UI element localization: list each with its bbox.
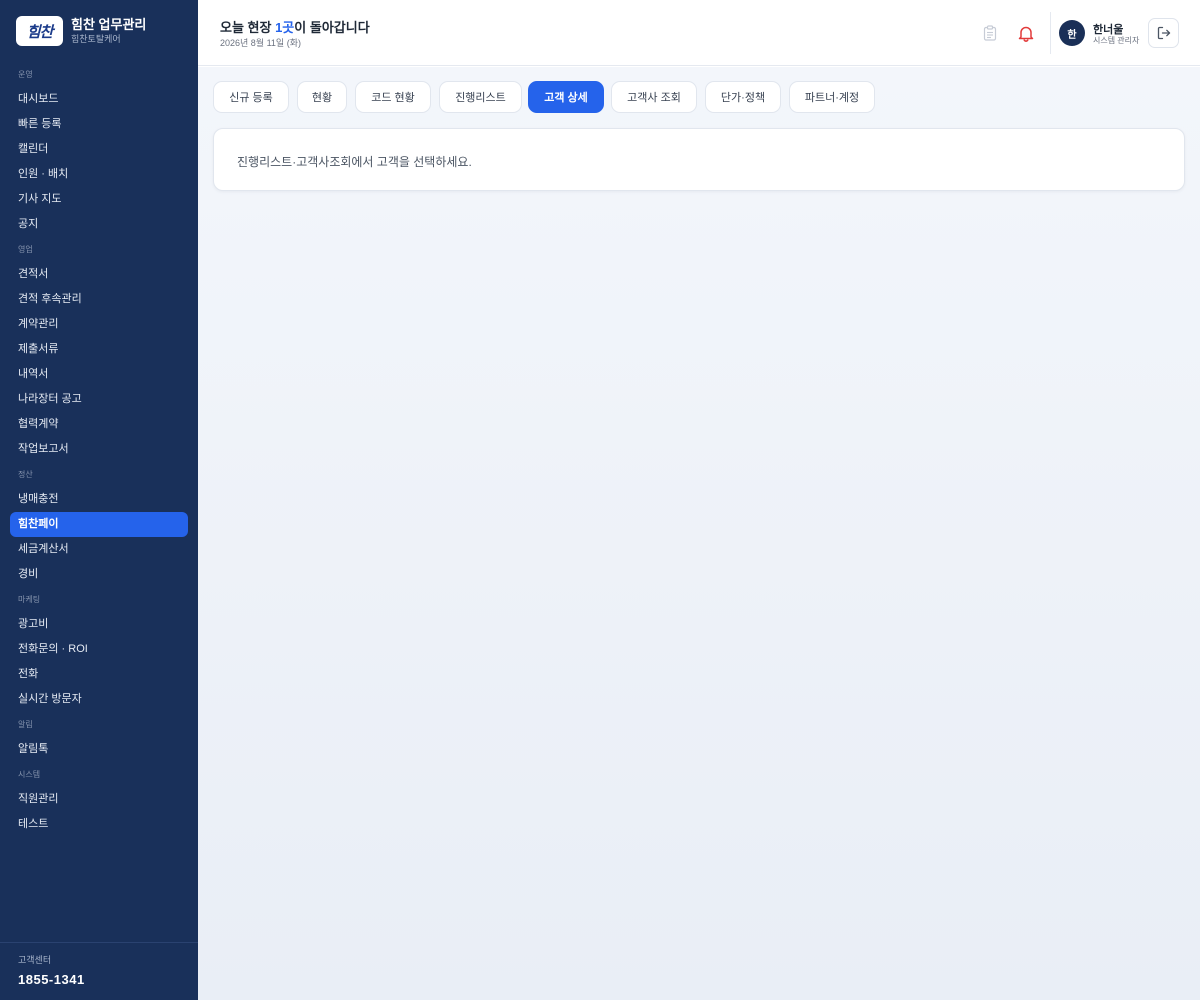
sidebar-item-notices[interactable]: 공지 bbox=[10, 212, 188, 237]
brand-logo: 힘찬 bbox=[16, 16, 63, 46]
greeting-suffix: 이 돌아갑니다 bbox=[294, 20, 370, 35]
logout-button[interactable] bbox=[1148, 18, 1179, 48]
nav-section-label: 시스템 bbox=[18, 770, 41, 779]
today-date: 2026년 8월 11일 (화) bbox=[220, 38, 301, 48]
nav-section-label: 정산 bbox=[18, 470, 33, 479]
sidebar-item-expenses[interactable]: 경비 bbox=[10, 562, 188, 587]
top-header: 오늘 현장 1곳이 돌아갑니다 2026년 8월 11일 (화) 한 한너울 시… bbox=[198, 0, 1200, 66]
bell-icon[interactable] bbox=[1016, 23, 1036, 43]
sidebar-item-call-roi[interactable]: 전화문의 · ROI bbox=[10, 637, 188, 662]
tab-partner-accounts[interactable]: 파트너·계정 bbox=[789, 81, 875, 113]
tab-progress-list[interactable]: 진행리스트 bbox=[439, 81, 522, 113]
user-role: 시스템 관리자 bbox=[1093, 36, 1140, 45]
page-title: 오늘 현장 1곳이 돌아갑니다 bbox=[220, 17, 370, 36]
tab-customer-detail[interactable]: 고객 상세 bbox=[528, 81, 604, 113]
sidebar-item-procurement-bids[interactable]: 나라장터 공고 bbox=[10, 387, 188, 412]
tab-status[interactable]: 현황 bbox=[297, 81, 347, 113]
greeting-prefix: 오늘 현장 bbox=[220, 20, 276, 35]
sidebar-item-live-visitors[interactable]: 실시간 방문자 bbox=[10, 687, 188, 712]
sidebar-item-alimtalk[interactable]: 알림톡 bbox=[10, 737, 188, 762]
tab-code-status[interactable]: 코드 현황 bbox=[355, 81, 431, 113]
sidebar-item-himchan-pay[interactable]: 힘찬페이 bbox=[10, 512, 188, 537]
customer-center-label: 고객센터 bbox=[18, 955, 52, 965]
sidebar-nav: 운영 대시보드 빠른 등록 캘린더 인원 · 배치 기사 지도 공지 영업 견적… bbox=[0, 62, 198, 837]
sidebar-item-work-reports[interactable]: 작업보고서 bbox=[10, 437, 188, 462]
sidebar-item-calls[interactable]: 전화 bbox=[10, 662, 188, 687]
customer-center: 고객센터 1855-1341 bbox=[0, 942, 198, 1000]
nav-section-label: 운영 bbox=[18, 70, 33, 79]
header-divider bbox=[1050, 12, 1051, 54]
sidebar-item-employees[interactable]: 직원관리 bbox=[10, 787, 188, 812]
clipboard-icon[interactable] bbox=[980, 23, 1000, 43]
brand-title: 힘찬 업무관리 bbox=[71, 17, 147, 32]
sidebar-item-refrigerant[interactable]: 냉매충전 bbox=[10, 487, 188, 512]
empty-state-message: 진행리스트·고객사조회에서 고객을 선택하세요. bbox=[237, 155, 472, 169]
sidebar-item-tax-invoices[interactable]: 세금계산서 bbox=[10, 537, 188, 562]
sidebar-item-statements[interactable]: 내역서 bbox=[10, 362, 188, 387]
sidebar-item-test[interactable]: 테스트 bbox=[10, 812, 188, 837]
tab-pricing-policy[interactable]: 단가·정책 bbox=[705, 81, 781, 113]
sidebar-item-dashboard[interactable]: 대시보드 bbox=[10, 87, 188, 112]
sidebar-item-partner-contracts[interactable]: 협력계약 bbox=[10, 412, 188, 437]
tab-client-lookup[interactable]: 고객사 조회 bbox=[611, 81, 697, 113]
sidebar-item-submitted-docs[interactable]: 제출서류 bbox=[10, 337, 188, 362]
greeting-count: 1곳 bbox=[275, 20, 295, 35]
logout-icon bbox=[1157, 26, 1170, 40]
main-content: 신규 등록 현황 코드 현황 진행리스트 고객 상세 고객사 조회 단가·정책 … bbox=[198, 67, 1200, 1000]
sidebar-item-technician-map[interactable]: 기사 지도 bbox=[10, 187, 188, 212]
empty-state-card: 진행리스트·고객사조회에서 고객을 선택하세요. bbox=[213, 128, 1185, 191]
nav-section-label: 마케팅 bbox=[18, 595, 41, 604]
sidebar-item-calendar[interactable]: 캘린더 bbox=[10, 137, 188, 162]
avatar[interactable]: 한 bbox=[1059, 20, 1085, 46]
sidebar-item-contracts[interactable]: 계약관리 bbox=[10, 312, 188, 337]
brand-subtitle: 힘찬토탈케어 bbox=[71, 34, 121, 44]
sidebar-item-quotes[interactable]: 견적서 bbox=[10, 262, 188, 287]
sidebar-item-quick-register[interactable]: 빠른 등록 bbox=[10, 112, 188, 137]
sidebar-item-ad-spend[interactable]: 광고비 bbox=[10, 612, 188, 637]
sidebar: 힘찬 힘찬 업무관리 힘찬토탈케어 운영 대시보드 빠른 등록 캘린더 인원 ·… bbox=[0, 0, 198, 1000]
customer-center-phone: 1855-1341 bbox=[18, 972, 85, 987]
sidebar-item-staff-assignment[interactable]: 인원 · 배치 bbox=[10, 162, 188, 187]
sidebar-item-quote-followup[interactable]: 견적 후속관리 bbox=[10, 287, 188, 312]
nav-section-label: 영업 bbox=[18, 245, 33, 254]
brand[interactable]: 힘찬 힘찬 업무관리 힘찬토탈케어 bbox=[16, 15, 186, 47]
tab-new-register[interactable]: 신규 등록 bbox=[213, 81, 289, 113]
nav-section-label: 알림 bbox=[18, 720, 33, 729]
